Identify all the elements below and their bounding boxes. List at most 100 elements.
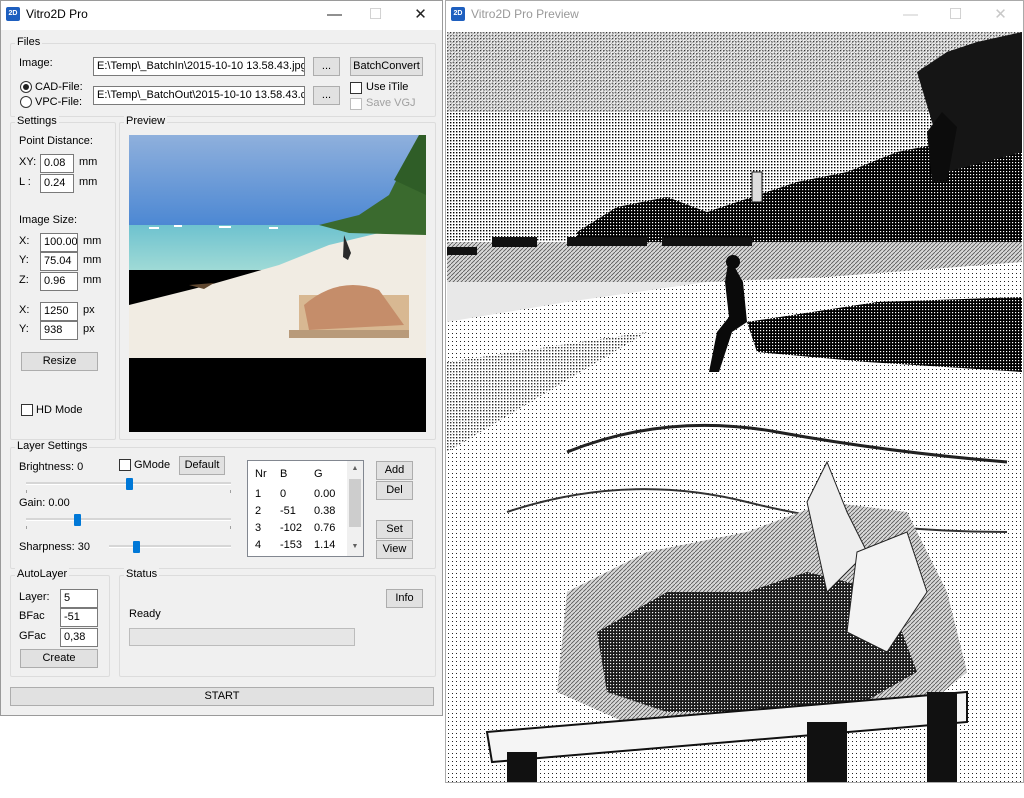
row-b: -153	[280, 539, 303, 551]
preview-app-icon: 2D	[451, 7, 465, 21]
default-button[interactable]: Default	[179, 456, 225, 475]
preview-minimize-button[interactable]: —	[888, 1, 933, 30]
xy-distance-input[interactable]: 0.08	[40, 154, 74, 173]
scroll-down-icon[interactable]: ▼	[347, 539, 363, 555]
size-z-unit: mm	[83, 274, 102, 286]
row-nr: 1	[255, 488, 262, 500]
beach-photo-thumbnail	[129, 135, 426, 432]
status-text: Ready	[129, 608, 161, 620]
use-itile-checkbox[interactable]	[350, 82, 362, 94]
preview-title-bar[interactable]: 2D Vitro2D Pro Preview — ☐ ✕	[446, 1, 1023, 31]
gmode-label: GMode	[134, 459, 171, 471]
preview-close-button[interactable]: ✕	[978, 1, 1023, 30]
table-row[interactable]: 1 0 0.00	[248, 487, 346, 503]
row-b: -102	[280, 522, 303, 534]
progress-bar	[129, 628, 355, 646]
xy-unit-label: mm	[79, 156, 98, 168]
table-row[interactable]: 2 -51 0.38	[248, 504, 346, 520]
set-layer-button[interactable]: Set	[376, 520, 413, 539]
info-button[interactable]: Info	[386, 589, 423, 608]
l-unit-label: mm	[79, 176, 98, 188]
list-scrollbar[interactable]: ▲ ▼	[347, 461, 363, 556]
hd-mode-checkbox[interactable]	[21, 404, 33, 416]
output-path-input[interactable]: E:\Temp\_BatchOut\2015-10-10 13.58.43.c	[93, 86, 305, 105]
gfac-input[interactable]: 0,38	[60, 628, 98, 647]
close-button[interactable]: ✕	[398, 1, 443, 30]
save-vgj-checkbox[interactable]	[350, 98, 362, 110]
table-row[interactable]: 3 -102 0.76	[248, 521, 346, 537]
row-nr: 2	[255, 505, 262, 517]
start-button[interactable]: START	[10, 687, 434, 706]
create-button[interactable]: Create	[20, 649, 98, 668]
preview-maximize-button[interactable]: ☐	[933, 1, 978, 30]
size-x-unit: mm	[83, 235, 102, 247]
add-layer-button[interactable]: Add	[376, 461, 413, 480]
preview-thumbnail	[129, 135, 426, 432]
maximize-button[interactable]: ☐	[353, 1, 398, 30]
row-g: 0.00	[314, 488, 336, 500]
size-z-label: Z:	[19, 274, 29, 286]
delete-layer-button[interactable]: Del	[376, 481, 413, 500]
image-path-input[interactable]: E:\Temp\_BatchIn\2015-10-10 13.58.43.jpg	[93, 57, 305, 76]
cad-file-label: CAD-File:	[35, 81, 83, 93]
column-header-b[interactable]: B	[280, 468, 287, 480]
gain-slider-track[interactable]	[26, 518, 231, 521]
resize-button[interactable]: Resize	[21, 352, 98, 371]
column-header-g[interactable]: G	[314, 468, 323, 480]
image-size-label: Image Size:	[19, 214, 78, 226]
brightness-label: Brightness: 0	[19, 461, 84, 473]
size-y-input[interactable]: 75.04	[40, 252, 78, 271]
files-group-title: Files	[15, 36, 43, 48]
browse-image-button[interactable]: ...	[313, 57, 340, 76]
batch-convert-button[interactable]: BatchConvert	[350, 57, 423, 76]
slider-tick	[26, 526, 27, 529]
size-x-label: X:	[19, 235, 30, 247]
preview-window: 2D Vitro2D Pro Preview — ☐ ✕	[445, 0, 1024, 783]
browse-output-button[interactable]: ...	[313, 86, 340, 105]
pixel-x-unit: px	[83, 304, 95, 316]
app-logo-icon: 2D	[6, 7, 20, 21]
bfac-input[interactable]: -51	[60, 608, 98, 627]
title-bar[interactable]: 2D Vitro2D Pro — ☐ ✕	[1, 1, 442, 30]
sharpness-slider-track[interactable]	[109, 545, 231, 548]
image-label: Image:	[19, 57, 53, 69]
cad-file-radio[interactable]	[20, 81, 32, 93]
pixel-y-unit: px	[83, 323, 95, 335]
gain-slider-thumb[interactable]	[74, 514, 82, 526]
bfac-label: BFac	[19, 610, 45, 622]
pixel-x-label: X:	[19, 304, 30, 316]
status-group-title: Status	[124, 568, 160, 580]
size-x-input[interactable]: 100.00	[40, 233, 78, 252]
view-layer-button[interactable]: View	[376, 540, 413, 559]
slider-tick	[26, 490, 27, 493]
row-g: 0.38	[314, 505, 336, 517]
layer-list[interactable]: Nr B G 1 0 0.00 2 -51 0.38 3 -102 0.76 4…	[247, 460, 364, 557]
sharpness-slider-thumb[interactable]	[132, 541, 140, 553]
settings-group-title: Settings	[15, 115, 59, 127]
save-vgj-label: Save VGJ	[366, 97, 416, 109]
gfac-label: GFac	[19, 630, 46, 642]
column-header-nr[interactable]: Nr	[255, 468, 267, 480]
minimize-button[interactable]: —	[312, 1, 357, 30]
size-z-input[interactable]: 0.96	[40, 272, 78, 291]
row-nr: 4	[255, 539, 262, 551]
main-window: 2D Vitro2D Pro — ☐ ✕ Files Image: E:\Tem…	[0, 0, 443, 716]
vpc-file-label: VPC-File:	[35, 96, 83, 108]
use-itile-label: Use iTile	[366, 81, 409, 93]
gmode-checkbox[interactable]	[119, 459, 131, 471]
brightness-slider-thumb[interactable]	[125, 478, 133, 490]
row-b: 0	[280, 488, 287, 500]
size-y-label: Y:	[19, 254, 29, 266]
pixel-y-input[interactable]: 938	[40, 321, 78, 340]
scroll-up-icon[interactable]: ▲	[347, 461, 363, 477]
pixel-x-input[interactable]: 1250	[40, 302, 78, 321]
table-row[interactable]: 4 -153 1.14	[248, 538, 346, 554]
l-distance-input[interactable]: 0.24	[40, 174, 74, 193]
scrollbar-thumb[interactable]	[349, 479, 361, 527]
layer-settings-group-title: Layer Settings	[15, 440, 90, 452]
row-nr: 3	[255, 522, 262, 534]
vpc-file-radio[interactable]	[20, 96, 32, 108]
layer-count-input[interactable]: 5	[60, 589, 98, 608]
beach-dither-image	[447, 32, 1022, 782]
slider-tick	[230, 490, 231, 493]
